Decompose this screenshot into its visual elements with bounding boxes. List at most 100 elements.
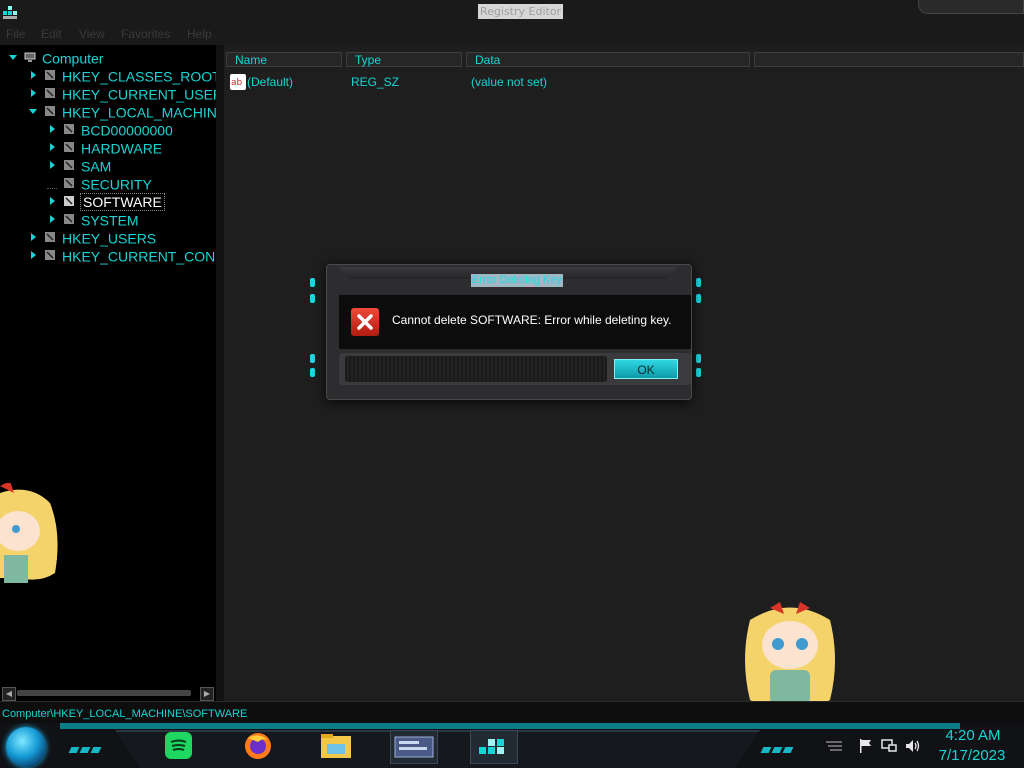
title-bar: Registry Editor	[0, 0, 1024, 25]
clock-time[interactable]: 4:20 AM	[938, 727, 1008, 744]
chevron-right-icon[interactable]	[47, 196, 57, 206]
file-explorer-icon[interactable]	[318, 730, 354, 762]
tree-item-label: HARDWARE	[81, 140, 163, 157]
chevron-right-icon[interactable]	[47, 124, 57, 134]
folder-icon	[45, 88, 55, 99]
chevron-right-icon[interactable]	[28, 250, 38, 260]
folder-icon	[45, 232, 55, 243]
tree-horizontal-scrollbar[interactable]: ◀ ▶	[0, 685, 216, 701]
flag-icon[interactable]	[858, 738, 874, 754]
column-header-name[interactable]: Name	[226, 52, 342, 67]
dialog-title: Error Deleting Key	[471, 274, 563, 287]
tree-item-hkey-current-user[interactable]: HKEY_CURRENT_USER	[28, 84, 216, 102]
value-type: REG_SZ	[351, 75, 400, 89]
tree-item-label: HKEY_CURRENT_USER	[62, 86, 216, 103]
folder-icon	[45, 70, 55, 81]
window-title: Registry Editor	[478, 4, 564, 19]
tree-item-software[interactable]: SOFTWARE	[47, 192, 165, 212]
firefox-icon[interactable]	[240, 730, 276, 762]
tree-item-label: HKEY_LOCAL_MACHINE	[62, 104, 216, 121]
registry-editor-icon[interactable]	[470, 730, 518, 764]
error-icon	[351, 308, 379, 336]
show-hidden-icons-icon[interactable]	[824, 740, 844, 752]
tree-item-label: BCD00000000	[81, 122, 173, 139]
folder-icon	[64, 214, 74, 225]
tree-item-label: SECURITY	[81, 176, 152, 193]
svg-text:ab: ab	[231, 78, 243, 88]
folder-icon	[64, 196, 74, 207]
chevron-right-icon[interactable]	[28, 70, 38, 80]
chevron-right-icon[interactable]	[47, 160, 57, 170]
value-data: (value not set)	[471, 75, 548, 89]
dialog-frame: Error Deleting Key Cannot delete SOFTWAR…	[326, 264, 692, 400]
tree-item-label: SOFTWARE	[80, 193, 165, 212]
tree-item-bcd00000000[interactable]: BCD00000000	[47, 120, 173, 138]
menu-view[interactable]: View	[79, 27, 105, 41]
tree-item-hkey-current-config[interactable]: HKEY_CURRENT_CONFI	[28, 246, 216, 264]
window-controls[interactable]	[918, 0, 1024, 14]
dialog-message: Cannot delete SOFTWARE: Error while dele…	[392, 313, 672, 327]
column-header-empty[interactable]	[754, 52, 1024, 67]
dialog-side-light	[696, 278, 701, 287]
scroll-left-icon[interactable]: ◀	[2, 687, 16, 701]
network-icon[interactable]	[880, 738, 898, 754]
dialog-side-light	[696, 368, 701, 377]
registry-tree[interactable]: Computer HKEY_CLASSES_ROOT HKEY_CURRENT_…	[0, 45, 216, 685]
folder-icon	[64, 160, 74, 171]
dialog-footer-panel	[345, 356, 607, 382]
folder-icon	[45, 250, 55, 261]
tree-item-label: HKEY_USERS	[62, 230, 157, 247]
tree-item-label: HKEY_CLASSES_ROOT	[62, 68, 216, 85]
computer-icon	[24, 52, 36, 63]
chevron-down-icon[interactable]	[28, 106, 38, 116]
status-path: Computer\HKEY_LOCAL_MACHINE\SOFTWARE	[2, 708, 248, 720]
character-sticker	[0, 483, 58, 583]
menu-help[interactable]: Help	[187, 27, 212, 41]
chevron-right-icon[interactable]	[28, 232, 38, 242]
spotify-icon[interactable]	[160, 730, 196, 762]
dialog-button-bar: OK	[339, 353, 691, 385]
menu-favorites[interactable]: Favorites	[121, 27, 170, 41]
clock-date[interactable]: 7/17/2023	[930, 747, 1014, 764]
dialog-side-light	[310, 294, 315, 303]
scroll-right-icon[interactable]: ▶	[200, 687, 214, 701]
folder-icon	[64, 124, 74, 135]
volume-icon[interactable]	[904, 738, 922, 754]
table-row[interactable]: ab (Default) REG_SZ (value not set)	[224, 73, 1024, 91]
start-button[interactable]	[6, 727, 46, 767]
tree-item-hkey-classes-root[interactable]: HKEY_CLASSES_ROOT	[28, 66, 216, 84]
dialog-side-light	[310, 368, 315, 377]
tree-item-sam[interactable]: SAM	[47, 156, 111, 174]
column-header-data[interactable]: Data	[466, 52, 750, 67]
menu-bar: File Edit View Favorites Help	[0, 24, 1024, 45]
tree-item-label: HKEY_CURRENT_CONFI	[62, 248, 216, 265]
column-header-type[interactable]: Type	[346, 52, 462, 67]
tree-connector	[47, 178, 57, 189]
tree-item-hkey-users[interactable]: HKEY_USERS	[28, 228, 156, 246]
scrollbar-thumb[interactable]	[17, 690, 191, 696]
chevron-right-icon[interactable]	[47, 214, 57, 224]
tree-item-hkey-local-machine[interactable]: HKEY_LOCAL_MACHINE	[28, 102, 216, 120]
chevron-right-icon[interactable]	[28, 88, 38, 98]
tree-item-system[interactable]: SYSTEM	[47, 210, 139, 228]
status-bar: Computer\HKEY_LOCAL_MACHINE\SOFTWARE	[0, 701, 1024, 724]
pane-splitter[interactable]	[216, 45, 224, 701]
dialog-body: Cannot delete SOFTWARE: Error while dele…	[339, 295, 691, 349]
folder-icon	[64, 178, 74, 189]
taskbar-accent	[60, 723, 960, 729]
dialog-side-light	[310, 278, 315, 287]
window-preview-icon[interactable]	[390, 730, 438, 764]
chevron-down-icon[interactable]	[8, 52, 18, 62]
chevron-right-icon[interactable]	[47, 142, 57, 152]
taskbar: 4:20 AM 7/17/2023	[0, 723, 1024, 768]
taskbar-decoration	[760, 738, 806, 753]
tree-item-label: Computer	[42, 50, 104, 67]
menu-edit[interactable]: Edit	[41, 27, 62, 41]
tree-item-computer[interactable]: Computer	[8, 48, 103, 66]
tree-item-hardware[interactable]: HARDWARE	[47, 138, 162, 156]
menu-file[interactable]: File	[6, 27, 25, 41]
folder-icon	[64, 142, 74, 153]
registry-editor-icon[interactable]	[2, 3, 18, 20]
tree-item-security[interactable]: SECURITY	[47, 174, 152, 192]
ok-button[interactable]: OK	[614, 359, 678, 379]
